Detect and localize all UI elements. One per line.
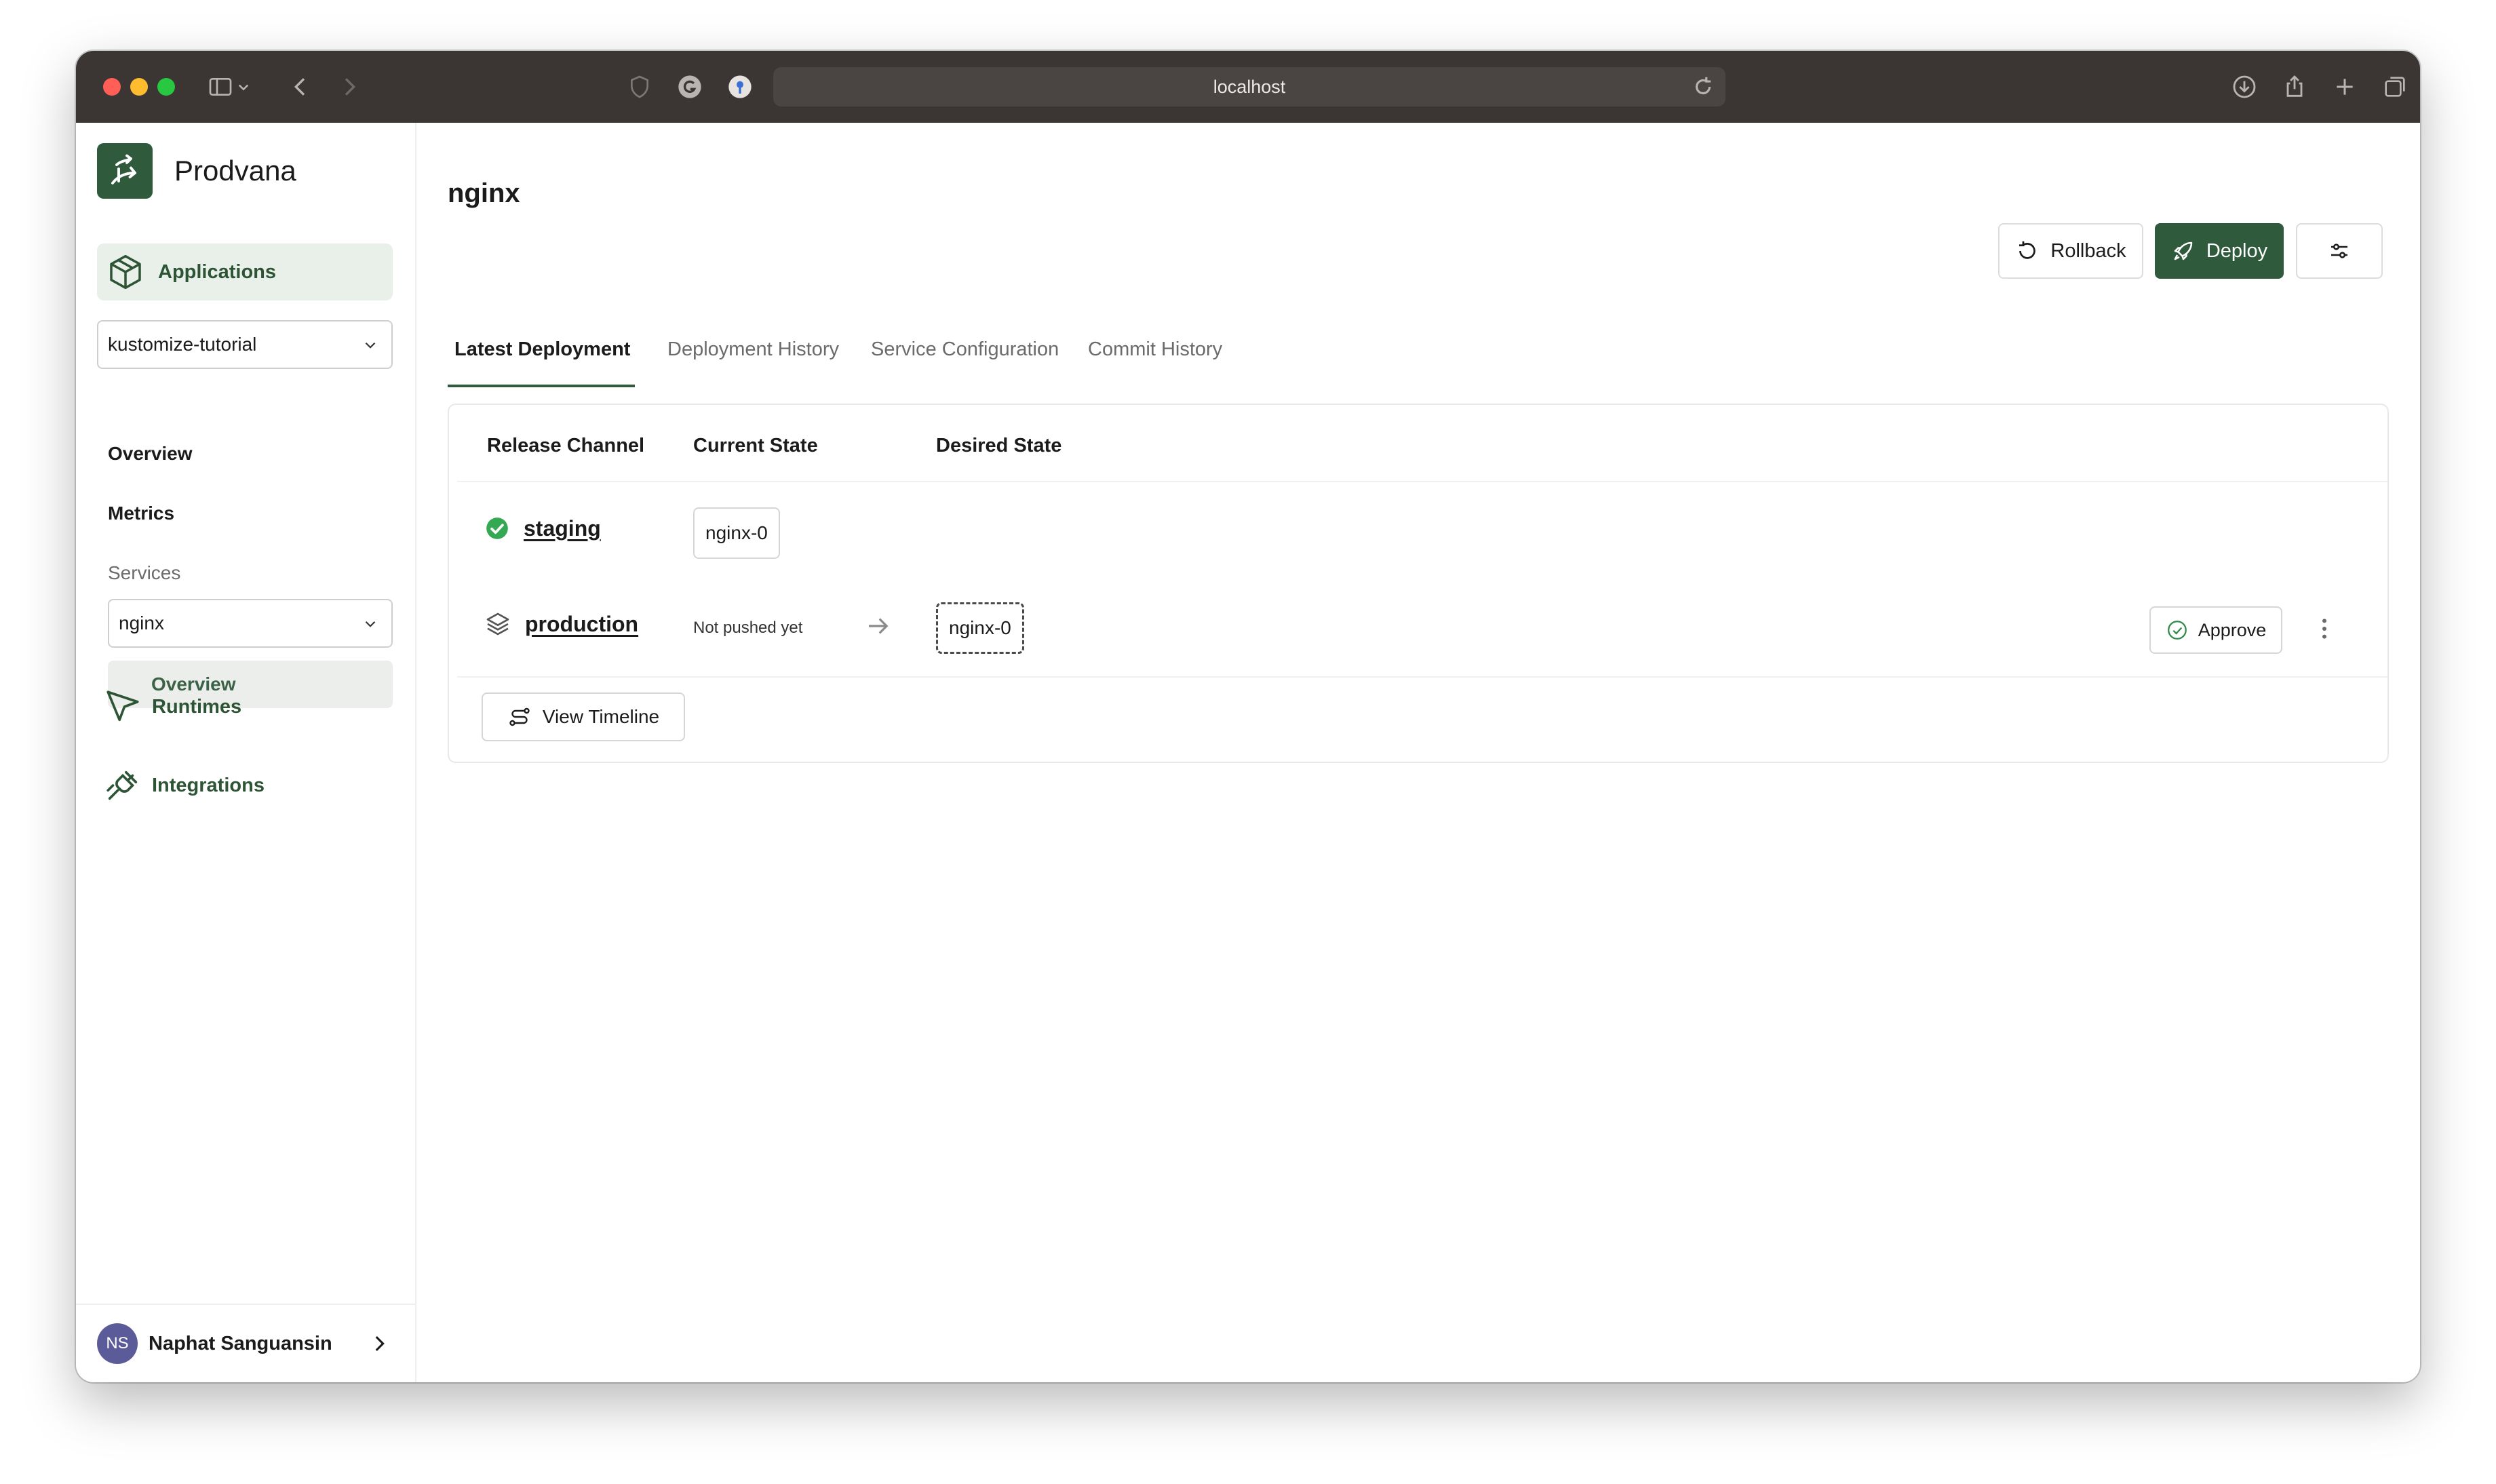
package-icon	[110, 254, 141, 290]
service-select[interactable]: nginx	[108, 599, 393, 648]
password-manager-icon[interactable]	[724, 71, 756, 102]
zoom-window-button[interactable]	[157, 78, 175, 96]
arrow-right-icon	[869, 618, 889, 634]
layers-icon	[486, 612, 509, 636]
sidebar-item-overview[interactable]: Overview	[108, 443, 193, 465]
column-header-current-state: Current State	[693, 435, 818, 456]
services-heading: Services	[108, 562, 181, 583]
undo-icon	[2019, 241, 2036, 259]
page-title: nginx	[448, 178, 520, 208]
sidebar-item-metrics[interactable]: Metrics	[108, 503, 174, 524]
application-select[interactable]: kustomize-tutorial	[97, 320, 393, 369]
grammarly-extension-icon[interactable]	[674, 71, 705, 102]
tab-deployment-history[interactable]: Deployment History	[667, 326, 839, 387]
tab-latest-deployment[interactable]: Latest Deployment	[448, 326, 635, 387]
browser-window: localhost Prodvana Applications kustomiz…	[76, 51, 2420, 1382]
main-content: nginx Rollback Deploy Latest Deployment …	[416, 123, 2420, 1382]
reload-icon[interactable]	[1690, 74, 1716, 100]
current-state-text: Not pushed yet	[693, 619, 803, 637]
sidebar: Prodvana Applications kustomize-tutorial…	[76, 123, 416, 1382]
release-channel-link-production[interactable]: production	[525, 612, 638, 637]
deploy-button[interactable]: Deploy	[2155, 223, 2284, 279]
close-window-button[interactable]	[103, 78, 121, 96]
table-row: staging nginx-0	[449, 503, 2387, 563]
new-tab-icon[interactable]	[2329, 71, 2360, 102]
rollback-label: Rollback	[2050, 239, 2126, 262]
approve-button[interactable]: Approve	[2149, 606, 2282, 654]
privacy-shield-icon[interactable]	[624, 71, 655, 102]
sidebar-item-runtimes[interactable]: Runtimes	[103, 687, 241, 726]
avatar: NS	[97, 1323, 138, 1364]
desired-state-pill[interactable]: nginx-0	[936, 602, 1024, 654]
timeline-path-icon	[509, 707, 530, 726]
downloads-icon[interactable]	[2229, 71, 2260, 102]
rollback-button[interactable]: Rollback	[1998, 223, 2143, 279]
view-timeline-button[interactable]: View Timeline	[482, 692, 685, 741]
view-timeline-label: View Timeline	[542, 706, 660, 727]
release-channel-cell: staging	[484, 515, 601, 541]
deploy-label: Deploy	[2206, 239, 2268, 262]
sidebar-toggle-icon[interactable]	[205, 71, 236, 102]
tab-service-configuration[interactable]: Service Configuration	[871, 326, 1059, 387]
application-select-value: kustomize-tutorial	[108, 334, 257, 355]
table-row: production Not pushed yet nginx-0 Approv…	[449, 598, 2387, 658]
more-vertical-icon[interactable]	[2311, 613, 2338, 644]
address-bar[interactable]: localhost	[773, 67, 1725, 106]
browser-toolbar: localhost	[76, 51, 2420, 123]
divider	[457, 676, 2387, 678]
column-header-release-channel: Release Channel	[487, 435, 645, 456]
brand-name: Prodvana	[174, 155, 296, 187]
service-select-value: nginx	[119, 612, 164, 633]
plug-icon	[106, 770, 138, 800]
current-state-pill[interactable]: nginx-0	[693, 507, 780, 559]
sliders-icon	[2331, 243, 2347, 258]
user-menu[interactable]: NS Naphat Sanguansin	[76, 1304, 415, 1382]
sidebar-item-applications[interactable]: Applications	[97, 243, 393, 300]
url-text: localhost	[1213, 76, 1286, 97]
share-icon[interactable]	[2279, 71, 2310, 102]
sidebar-item-integrations[interactable]: Integrations	[103, 766, 265, 805]
prodvana-logo-icon	[97, 143, 153, 199]
deployment-card: Release Channel Current State Desired St…	[448, 404, 2389, 763]
column-header-desired-state: Desired State	[936, 435, 1062, 456]
divider	[457, 481, 2387, 482]
chevron-down-icon	[365, 342, 376, 349]
brand[interactable]: Prodvana	[97, 143, 296, 199]
forward-arrow-icon[interactable]	[334, 71, 365, 102]
chevron-right-icon	[375, 1335, 385, 1352]
back-arrow-icon[interactable]	[285, 71, 316, 102]
release-channel-link-staging[interactable]: staging	[524, 516, 601, 541]
approve-label: Approve	[2198, 619, 2267, 640]
check-circle-icon	[486, 518, 508, 539]
chevron-down-icon	[365, 621, 376, 627]
tab-overview-icon[interactable]	[2379, 71, 2411, 102]
user-name: Naphat Sanguansin	[149, 1332, 332, 1354]
minimize-window-button[interactable]	[130, 78, 148, 96]
check-circle-icon	[2167, 621, 2187, 640]
settings-sliders-button[interactable]	[2296, 223, 2383, 279]
chevron-down-icon[interactable]	[233, 71, 254, 102]
sidebar-item-label: Integrations	[152, 774, 265, 796]
rocket-icon	[2174, 241, 2193, 260]
cursor-arrow-icon	[106, 690, 139, 722]
sidebar-item-label: Runtimes	[152, 695, 242, 718]
release-channel-cell: production	[484, 610, 638, 638]
sidebar-item-label: Applications	[158, 260, 277, 283]
tab-commit-history[interactable]: Commit History	[1088, 326, 1222, 387]
